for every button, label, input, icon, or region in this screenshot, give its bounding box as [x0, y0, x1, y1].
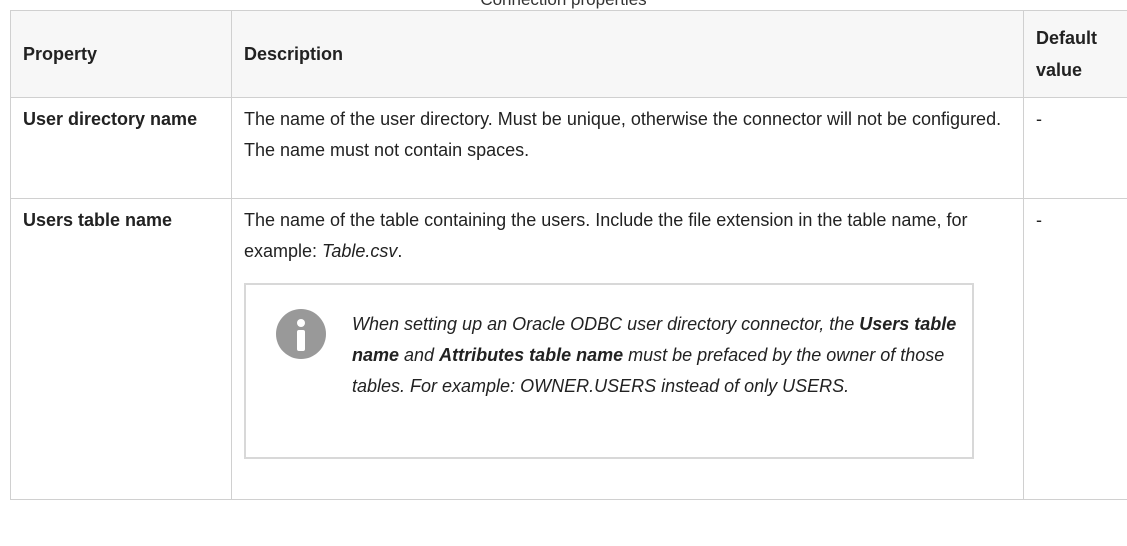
note-bold-attributes-table-name: Attributes table name	[439, 345, 624, 365]
table-row: Users table name The name of the table c…	[10, 198, 1127, 500]
property-description: The name of the table containing the use…	[231, 198, 1024, 500]
note-text: When setting up an Oracle ODBC user dire…	[352, 309, 962, 402]
header-default-value: Default value	[1023, 10, 1127, 98]
note-text-part: and	[399, 345, 440, 365]
default-value: -	[1023, 198, 1127, 500]
info-icon	[276, 309, 326, 359]
property-description: The name of the user directory. Must be …	[231, 97, 1024, 199]
header-description: Description	[231, 10, 1024, 98]
table-caption: Connection properties	[0, 0, 1127, 10]
table-row: User directory name The name of the user…	[10, 97, 1127, 199]
property-name: Users table name	[10, 198, 232, 500]
note-text-part: When setting up an Oracle ODBC user dire…	[352, 314, 860, 334]
connection-properties-table: Property Description Default value User …	[10, 10, 1127, 500]
default-value: -	[1023, 97, 1127, 199]
description-end: .	[397, 241, 403, 261]
header-property: Property	[10, 10, 232, 98]
property-name: User directory name	[10, 97, 232, 199]
description-example: Table.csv	[322, 241, 398, 261]
info-note: When setting up an Oracle ODBC user dire…	[244, 283, 974, 459]
header-row: Property Description Default value	[10, 10, 1127, 98]
